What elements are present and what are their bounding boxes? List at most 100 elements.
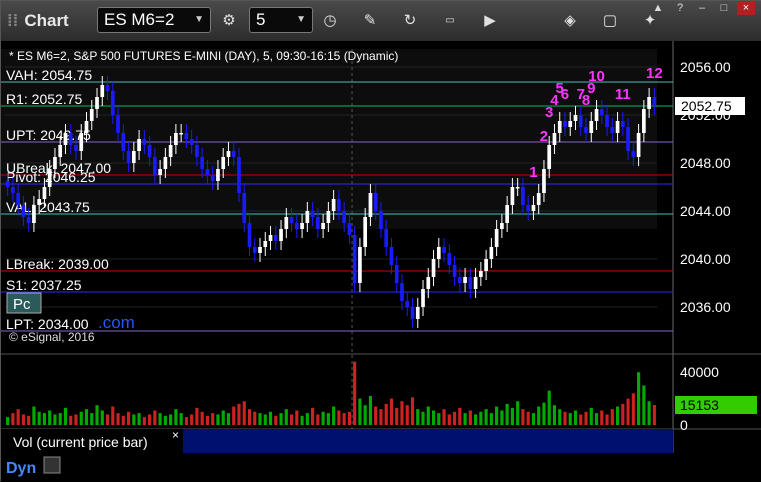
grip-icon[interactable]: ⁞⁞ <box>7 11 18 30</box>
candle-body <box>137 139 141 151</box>
volume-bar <box>158 413 162 425</box>
candle-body <box>237 157 241 193</box>
volume-bar <box>279 413 283 425</box>
candle-body <box>515 187 520 189</box>
setup-number: 12 <box>646 65 663 82</box>
candle-body <box>300 223 304 229</box>
copyright: © eSignal, 2016 <box>9 330 95 344</box>
volume-bar <box>374 406 378 425</box>
candle-body <box>452 265 457 277</box>
candle-body <box>636 133 641 157</box>
pencil-icon[interactable]: ✎ <box>357 9 383 33</box>
volume-bar <box>537 406 541 425</box>
toolbar: ⁞⁞ Chart ES M6=2 ▼ ⚙ 5 ▼ ◷ ✎ ↻ ▭ ▶ ◈ ▢ ✦ ▲ … <box>1 1 761 42</box>
pin-icon[interactable]: ▲ <box>649 1 667 15</box>
watermark: .com <box>98 313 135 332</box>
chart-header: * ES M6=2, S&P 500 FUTURES E-MINI (DAY),… <box>9 49 398 63</box>
chat-icon[interactable]: ▢ <box>597 9 623 33</box>
candle-body <box>463 277 467 283</box>
candle-body <box>573 115 578 121</box>
help-icon[interactable]: ? <box>671 1 689 15</box>
volume-bar <box>116 413 120 425</box>
volume-bar <box>95 405 99 425</box>
volume-tick-label: 0 <box>680 417 688 433</box>
close-icon[interactable]: × <box>737 1 755 15</box>
volume-value: 15153 <box>680 397 719 413</box>
volume-bar <box>37 411 41 425</box>
candle-body <box>79 133 84 151</box>
price-chart[interactable]: VAH: 2054.75R1: 2052.75UPT: 2049.75UBrea… <box>1 41 761 482</box>
volume-bar <box>69 415 73 425</box>
crosshair-icon[interactable]: ⚙ <box>216 9 242 33</box>
candle-body <box>500 223 504 229</box>
candle-body <box>216 169 220 181</box>
candle-body <box>447 253 452 265</box>
volume-bar <box>169 414 173 425</box>
candle-body <box>542 169 546 193</box>
symbol-selector[interactable]: ES M6=2 ▼ <box>97 7 211 33</box>
window-title[interactable]: ⁞⁞ Chart <box>7 11 69 31</box>
volume-bar <box>211 413 215 425</box>
close-study-icon[interactable]: × <box>172 428 179 442</box>
volume-bar <box>63 407 68 425</box>
candle-body <box>468 277 473 289</box>
volume-bar <box>53 414 57 425</box>
settings-icon[interactable] <box>43 456 61 474</box>
volume-bar <box>84 409 89 425</box>
volume-bar <box>484 409 488 425</box>
volume-bar <box>615 406 620 425</box>
volume-bar <box>458 407 462 425</box>
candle-body <box>642 109 646 133</box>
clock-icon[interactable]: ◷ <box>317 9 343 33</box>
price-tick-label: 2044.00 <box>680 203 731 219</box>
candle-body <box>289 217 294 223</box>
volume-bar <box>547 390 551 425</box>
refresh-icon[interactable]: ↻ <box>397 9 423 33</box>
candle-body <box>494 229 499 247</box>
candle-body <box>47 169 52 187</box>
candle-body <box>647 97 651 109</box>
volume-bar <box>589 407 593 425</box>
volume-bar <box>510 407 514 425</box>
candle-body <box>326 211 331 223</box>
chevron-down-icon: ▼ <box>296 14 306 25</box>
maximize-icon[interactable]: □ <box>715 1 733 15</box>
pc-button[interactable]: Pc <box>6 292 42 314</box>
volume-bar <box>42 413 47 425</box>
interval-selector[interactable]: 5 ▼ <box>249 7 313 33</box>
candle-body <box>389 247 394 265</box>
volume-tick-label: 40000 <box>680 364 719 380</box>
candle-body <box>273 235 278 241</box>
candle-body <box>431 259 436 277</box>
candle-body <box>68 133 73 145</box>
dyn-label[interactable]: Dyn <box>6 460 36 477</box>
candle-body <box>331 199 336 211</box>
get-icon[interactable]: ▭ <box>437 9 463 33</box>
candle <box>352 226 357 292</box>
candle-body <box>373 193 378 211</box>
volume-bar <box>521 409 525 425</box>
volume-bar <box>558 409 562 425</box>
tools-icon[interactable]: ◈ <box>557 9 583 33</box>
candle-body <box>620 121 625 127</box>
candle-body <box>147 145 152 157</box>
volume-bar <box>32 406 36 425</box>
volume-bar <box>505 403 509 425</box>
level-label: VAH: 2054.75 <box>6 67 92 83</box>
minimize-icon[interactable]: – <box>693 1 711 15</box>
price-tick-label: 2036.00 <box>680 299 731 315</box>
level-label: UPT: 2049.75 <box>6 127 91 143</box>
study-legend[interactable]: Vol (current price bar) × <box>1 428 673 453</box>
volume-bar <box>289 414 294 425</box>
volume-bar <box>626 398 630 425</box>
candle-body <box>479 271 483 277</box>
volume-bar <box>90 413 94 425</box>
play-icon[interactable]: ▶ <box>477 9 503 33</box>
volume-bar <box>353 361 357 425</box>
volume-bar <box>11 413 15 425</box>
candle-body <box>221 157 226 169</box>
candle-body <box>584 127 588 133</box>
candle-body <box>110 91 115 115</box>
volume-bar <box>337 410 341 425</box>
volume-bar <box>142 417 146 425</box>
